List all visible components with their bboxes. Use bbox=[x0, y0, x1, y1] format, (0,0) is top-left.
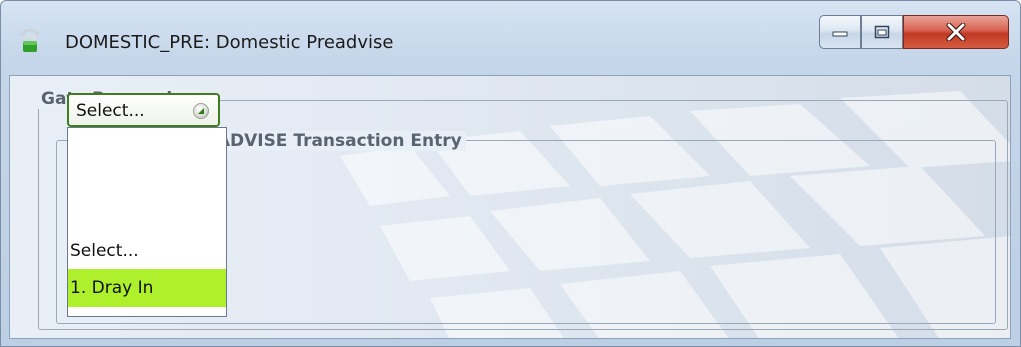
close-button[interactable] bbox=[903, 15, 1009, 49]
minimize-button[interactable] bbox=[819, 15, 861, 49]
minimize-icon bbox=[832, 31, 848, 37]
select-current-value: Select... bbox=[76, 101, 145, 121]
close-icon bbox=[946, 23, 966, 41]
maximize-icon bbox=[874, 25, 890, 39]
title-bar[interactable]: DOMESTIC_PRE: Domestic Preadvise bbox=[1, 1, 1020, 75]
maximize-button[interactable] bbox=[861, 15, 903, 49]
dropdown-option-dray-in[interactable]: 1. Dray In bbox=[68, 269, 226, 307]
dropdown-option-select[interactable]: Select... bbox=[68, 233, 226, 269]
window-title: DOMESTIC_PRE: Domestic Preadvise bbox=[65, 32, 394, 53]
caption-buttons bbox=[819, 15, 1009, 49]
transaction-type-select[interactable]: Select... bbox=[67, 93, 220, 127]
app-window: DOMESTIC_PRE: Domestic Preadvise Gate DO… bbox=[0, 0, 1021, 347]
dropdown-arrow-icon[interactable] bbox=[193, 103, 209, 119]
app-signal-icon bbox=[19, 28, 41, 52]
